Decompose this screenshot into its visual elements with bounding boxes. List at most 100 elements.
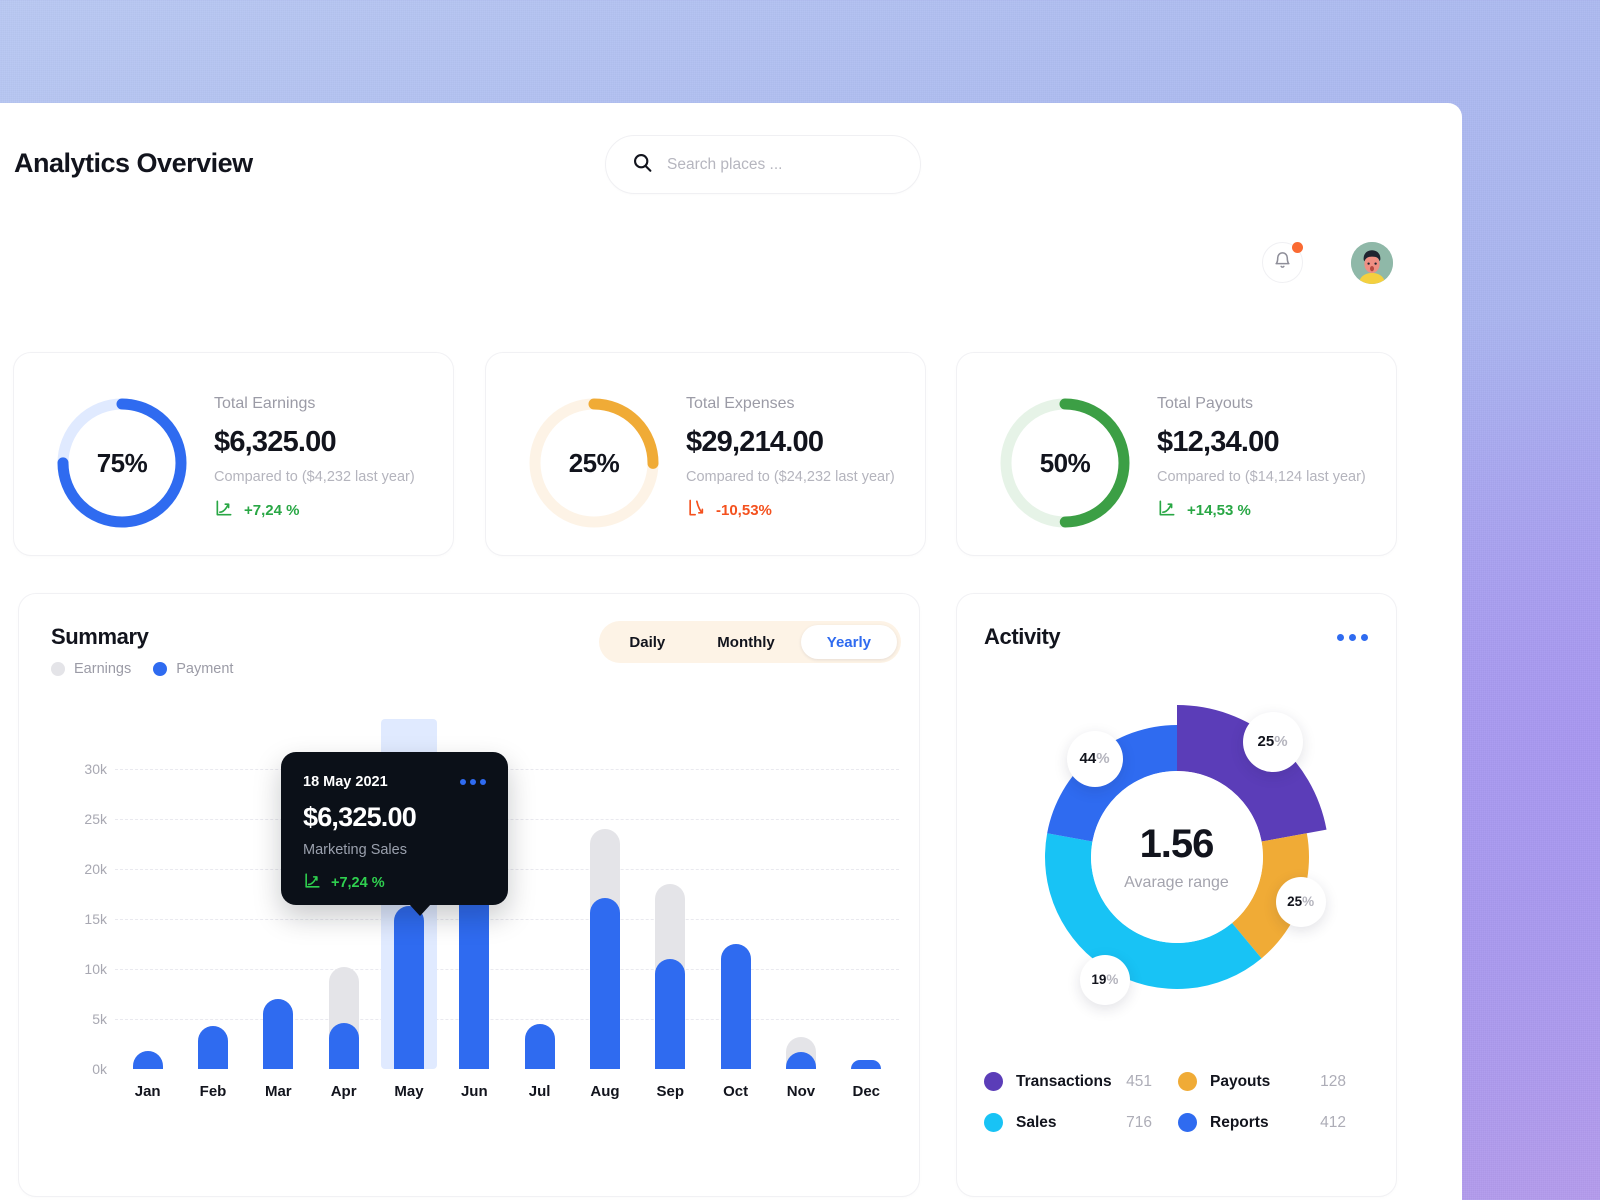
legend-value: 412 xyxy=(1320,1113,1346,1131)
bar-group[interactable] xyxy=(507,749,572,1069)
stat-delta-text: +14,53 % xyxy=(1187,501,1251,519)
stat-card-total-payouts: 50% Total Payouts $12,34.00 Compared to … xyxy=(956,352,1397,556)
activity-legend-item[interactable]: Reports 412 xyxy=(1178,1113,1372,1132)
legend-item-earnings: Earnings xyxy=(51,661,131,677)
legend-label: Sales xyxy=(1016,1113,1057,1131)
bar-group[interactable] xyxy=(180,749,245,1069)
legend-label: Reports xyxy=(1210,1113,1269,1131)
activity-legend-item[interactable]: Payouts 128 xyxy=(1178,1072,1372,1091)
tooltip-value: $6,325.00 xyxy=(303,802,417,832)
bar-group[interactable] xyxy=(703,749,768,1069)
bar-group[interactable] xyxy=(768,749,833,1069)
donut-percent-bubble: 19% xyxy=(1079,954,1130,1005)
donut-center-label: Avarage range xyxy=(1124,874,1229,891)
donut-percent-bubble: 25% xyxy=(1275,876,1326,927)
tooltip-subtitle: Marketing Sales xyxy=(303,842,407,858)
stat-label: Total Expenses xyxy=(686,395,795,412)
x-tick-label: Jun xyxy=(460,1083,488,1100)
legend-value: 128 xyxy=(1320,1072,1346,1090)
legend-value: 716 xyxy=(1126,1113,1152,1131)
stat-card-total-earnings: 75% Total Earnings $6,325.00 Compared to… xyxy=(13,352,454,556)
x-axis: Jan Feb Mar Apr May Jun Jul Aug Sep Oct Nov Dec xyxy=(115,1083,899,1100)
stat-card-total-expenses: 25% Total Expenses $29,214.00 Compared t… xyxy=(485,352,926,556)
legend-swatch xyxy=(984,1113,1003,1132)
stat-percent: 25% xyxy=(568,447,620,478)
tooltip-delta-text: +7,24 % xyxy=(331,874,385,891)
bar-group[interactable] xyxy=(834,749,899,1069)
stat-comparison: Compared to ($14,124 last year) xyxy=(1157,469,1366,485)
stat-delta: +7,24 % xyxy=(214,498,435,522)
y-tick-label: 10k xyxy=(84,961,107,977)
activity-legend-item[interactable]: Sales 716 xyxy=(984,1113,1178,1132)
legend-label: Earnings xyxy=(74,661,132,677)
bar-payment xyxy=(720,944,751,1069)
x-tick-label: Jul xyxy=(528,1083,551,1100)
bubble-unit: % xyxy=(1096,750,1110,768)
bar-group[interactable] xyxy=(572,749,637,1069)
x-tick-label: Mar xyxy=(264,1083,292,1100)
legend-swatch xyxy=(1178,1113,1197,1132)
donut-svg: 1.56 Avarage range 25% 25% 19% 44% xyxy=(982,662,1372,1052)
bubble-unit: % xyxy=(1106,972,1119,988)
bubble-value: 44 xyxy=(1079,750,1097,768)
bar-group[interactable] xyxy=(115,749,180,1069)
notifications-button[interactable] xyxy=(1262,242,1303,283)
more-dots-icon[interactable] xyxy=(460,779,486,785)
search-input[interactable] xyxy=(667,155,894,174)
activity-legend-item[interactable]: Transactions 451 xyxy=(984,1072,1178,1091)
x-tick-label: Jan xyxy=(134,1083,161,1100)
legend-swatch xyxy=(51,662,65,676)
app-panel: Analytics Overview Search places ... 75%… xyxy=(0,103,1462,1200)
bar-group[interactable] xyxy=(638,749,703,1069)
donut-percent-bubble: 25% xyxy=(1242,711,1303,772)
x-tick-label: Dec xyxy=(852,1083,881,1100)
x-tick-label: May xyxy=(394,1083,424,1100)
trend-down-icon xyxy=(686,498,706,522)
stat-percent: 50% xyxy=(1039,447,1091,478)
summary-title: Summary xyxy=(51,624,149,649)
bar-payment xyxy=(393,906,424,1069)
tooltip-delta: +7,24 % xyxy=(303,871,486,894)
search-icon xyxy=(632,152,653,178)
notification-badge xyxy=(1292,242,1303,253)
bar-payment xyxy=(524,1024,555,1069)
tab-monthly[interactable]: Monthly xyxy=(691,625,801,659)
activity-card: Activity 1.56 Avarage range 25% 25% 19% 44% T… xyxy=(956,593,1397,1197)
bubble-unit: % xyxy=(1302,894,1315,910)
bar-payment xyxy=(263,999,294,1069)
bubble-value: 25 xyxy=(1257,733,1275,751)
bar-payment xyxy=(851,1060,882,1069)
legend-value: 451 xyxy=(1126,1072,1152,1090)
trend-up-icon xyxy=(303,871,322,894)
stat-value: $6,325.00 xyxy=(214,426,337,458)
trend-up-icon xyxy=(1157,498,1177,522)
stat-value: $29,214.00 xyxy=(686,426,824,458)
more-dots-icon[interactable] xyxy=(1337,634,1368,641)
legend-swatch xyxy=(984,1072,1003,1091)
stat-comparison: Compared to ($24,232 last year) xyxy=(686,469,895,485)
stat-delta: +14,53 % xyxy=(1157,498,1378,522)
x-tick-label: Sep xyxy=(656,1083,685,1100)
legend-label: Payouts xyxy=(1210,1072,1271,1090)
bar-payment xyxy=(328,1023,359,1069)
x-tick-label: Apr xyxy=(330,1083,357,1100)
summary-card: Summary Earnings Payment Daily Monthly Y… xyxy=(18,593,920,1197)
y-tick-label: 30k xyxy=(84,761,107,777)
tab-yearly[interactable]: Yearly xyxy=(800,625,897,659)
bar-payment xyxy=(459,879,490,1069)
y-axis: 0k 5k 10k 15k 20k 25k 30k xyxy=(61,749,107,1077)
avatar[interactable] xyxy=(1351,242,1393,284)
stat-percent: 75% xyxy=(96,447,148,478)
range-switcher[interactable]: Daily Monthly Yearly xyxy=(599,621,901,663)
search-box[interactable] xyxy=(605,135,921,194)
y-tick-label: 15k xyxy=(84,911,107,927)
legend-swatch xyxy=(1178,1072,1197,1091)
tab-daily[interactable]: Daily xyxy=(603,625,691,659)
summary-legend: Earnings Payment xyxy=(51,661,233,677)
activity-donut-chart: 1.56 Avarage range 25% 25% 19% 44% xyxy=(957,662,1396,1052)
bubble-value: 19 xyxy=(1091,972,1107,988)
tooltip-date: 18 May 2021 xyxy=(303,774,388,790)
donut-progress-icon: 75% xyxy=(52,393,192,533)
legend-swatch xyxy=(153,662,168,676)
stat-comparison: Compared to ($4,232 last year) xyxy=(214,469,415,485)
